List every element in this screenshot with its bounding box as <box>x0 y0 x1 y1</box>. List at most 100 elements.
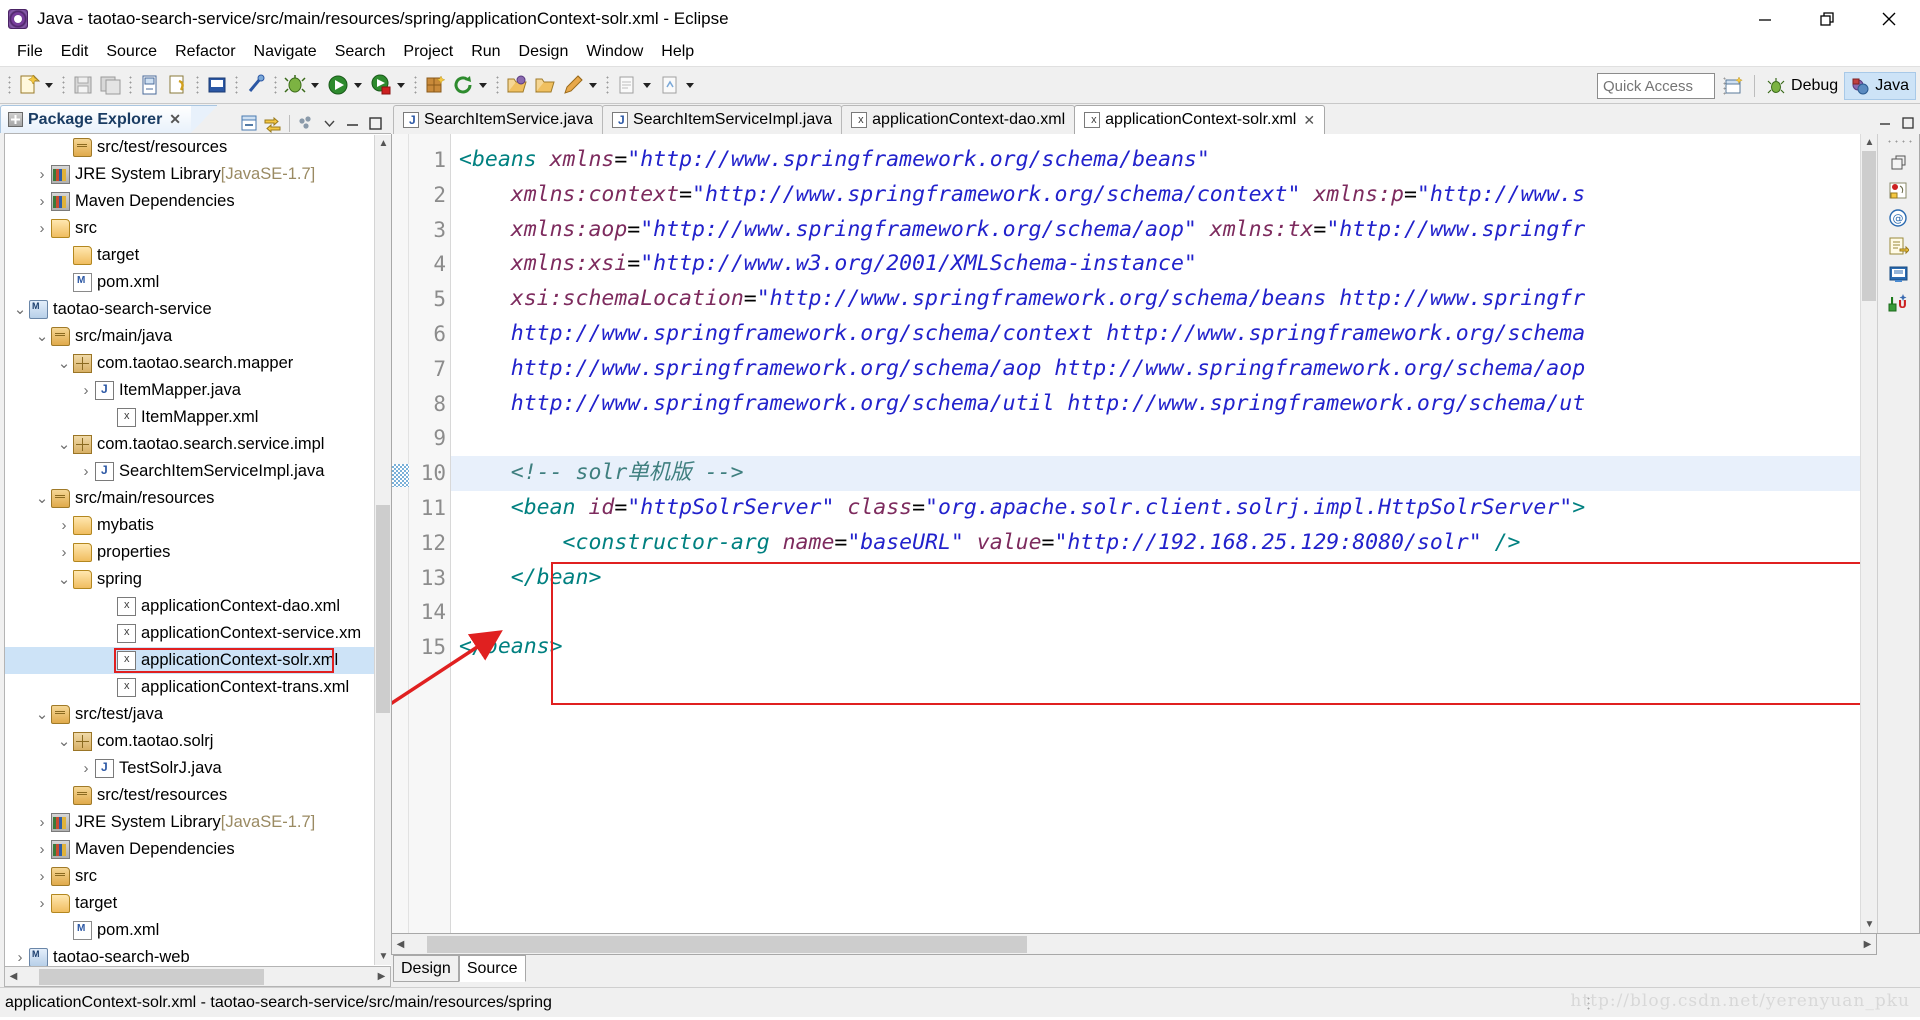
coverage-dropdown-arrow[interactable] <box>395 73 408 97</box>
code-line[interactable]: http://www.springframework.org/schema/ao… <box>451 352 1860 387</box>
tree-item-taotao-search-service[interactable]: ⌄ taotao-search-service <box>5 296 391 323</box>
code-line[interactable]: xmlns:context="http://www.springframewor… <box>451 178 1860 213</box>
scroll-down-arrow[interactable]: ▼ <box>1861 916 1878 933</box>
tree-item-target[interactable]: target <box>5 242 391 269</box>
new-java-class-icon[interactable] <box>205 73 229 97</box>
editor-tab-application-context-dao[interactable]: applicationContext-dao.xml <box>841 105 1076 134</box>
chevron-right-icon[interactable]: › <box>77 458 95 485</box>
chevron-down-icon[interactable]: ⌄ <box>55 728 73 755</box>
edit-dropdown-arrow[interactable] <box>587 73 600 97</box>
chevron-right-icon[interactable]: › <box>77 755 95 782</box>
open-task-icon[interactable] <box>533 73 557 97</box>
maximize-view-icon[interactable] <box>366 114 385 133</box>
minimize-view-icon[interactable] <box>343 114 362 133</box>
chevron-down-icon[interactable]: ⌄ <box>55 566 73 593</box>
code-line[interactable]: http://www.springframework.org/schema/co… <box>451 317 1860 352</box>
open-type-icon[interactable] <box>505 73 529 97</box>
code-line[interactable]: xsi:schemaLocation="http://www.springfra… <box>451 282 1860 317</box>
tree-item-src-test-resources[interactable]: src/test/resources <box>5 782 391 809</box>
perspective-debug[interactable]: Debug <box>1761 72 1844 100</box>
code-line[interactable]: </bean> <box>451 561 1860 596</box>
tree-item-applicationcontext-service-xm[interactable]: applicationContext-service.xm <box>5 620 391 647</box>
tree-item-taotao-search-web[interactable]: › taotao-search-web <box>5 944 391 966</box>
scroll-left-arrow[interactable]: ◀ <box>392 935 409 953</box>
tree-item-src-test-resources[interactable]: src/test/resources <box>5 134 391 161</box>
chevron-down-icon[interactable]: ⌄ <box>11 296 29 323</box>
editor-tab-search-item-service-impl[interactable]: SearchItemServiceImpl.java <box>601 105 843 134</box>
tree-item-com-taotao-search-mapper[interactable]: ⌄ com.taotao.search.mapper <box>5 350 391 377</box>
save-icon[interactable] <box>71 73 95 97</box>
editor-hscroll-thumb[interactable] <box>427 935 1027 953</box>
refresh-dropdown-arrow[interactable] <box>477 73 490 97</box>
toggle-mark-icon[interactable] <box>615 73 639 97</box>
print-icon[interactable] <box>138 73 162 97</box>
tree-item-maven-dependencies[interactable]: › Maven Dependencies <box>5 836 391 863</box>
restore-view-icon[interactable] <box>1888 152 1909 173</box>
console-icon[interactable] <box>1888 264 1909 285</box>
tree-item-mybatis[interactable]: › mybatis <box>5 512 391 539</box>
debug-dropdown-arrow[interactable] <box>309 73 322 97</box>
code-line[interactable]: xmlns:xsi="http://www.w3.org/2001/XMLSch… <box>451 247 1860 282</box>
close-icon[interactable] <box>1858 0 1920 38</box>
outline-icon[interactable] <box>1888 236 1910 257</box>
editor-marker-gutter[interactable] <box>392 134 409 933</box>
maximize-editor-icon[interactable] <box>1900 115 1916 131</box>
tree-item-src[interactable]: › src <box>5 215 391 242</box>
chevron-down-icon[interactable]: ⌄ <box>33 323 51 350</box>
next-annotation-icon[interactable] <box>658 73 682 97</box>
menu-project[interactable]: Project <box>394 41 462 63</box>
menu-window[interactable]: Window <box>577 41 652 63</box>
explorer-scroll-thumb[interactable] <box>376 505 390 713</box>
close-icon[interactable]: ✕ <box>1303 112 1315 129</box>
code-line[interactable]: <bean id="httpSolrServer" class="org.apa… <box>451 491 1860 526</box>
run-dropdown-arrow[interactable] <box>352 73 365 97</box>
quick-access-input[interactable] <box>1597 73 1715 99</box>
tree-item-applicationcontext-trans-xml[interactable]: applicationContext-trans.xml <box>5 674 391 701</box>
junit-icon[interactable]: JU <box>1888 292 1909 313</box>
editor-tab-search-item-service[interactable]: SearchItemService.java <box>393 105 603 134</box>
external-tools-icon[interactable] <box>244 73 268 97</box>
tab-source[interactable]: Source <box>458 955 526 982</box>
chevron-right-icon[interactable]: › <box>33 188 51 215</box>
chevron-right-icon[interactable]: › <box>55 512 73 539</box>
code-line[interactable]: http://www.springframework.org/schema/ut… <box>451 387 1860 422</box>
tree-item-maven-dependencies[interactable]: › Maven Dependencies <box>5 188 391 215</box>
code-line[interactable] <box>451 421 1860 456</box>
run-icon[interactable] <box>326 73 350 97</box>
code-line[interactable]: </beans> <box>451 630 1860 665</box>
chevron-down-icon[interactable] <box>320 114 339 133</box>
run-coverage-icon[interactable] <box>369 73 393 97</box>
code-editor[interactable]: 1 2 3 4 5 6 7 8 9 10 11 12 13 14 15 <beans xmlns="http… <box>391 134 1920 934</box>
new-package-icon[interactable] <box>423 73 447 97</box>
code-line[interactable]: <constructor-arg name="baseURL" value="h… <box>451 526 1860 561</box>
breakpoints-icon[interactable] <box>1888 180 1909 201</box>
chevron-right-icon[interactable]: › <box>33 863 51 890</box>
tree-item-src-test-java[interactable]: ⌄ src/test/java <box>5 701 391 728</box>
view-menu-icon[interactable] <box>297 114 316 133</box>
chevron-down-icon[interactable]: ⌄ <box>55 350 73 377</box>
menu-run[interactable]: Run <box>462 41 509 63</box>
tree-item-src[interactable]: › src <box>5 863 391 890</box>
tree-item-com-taotao-solrj[interactable]: ⌄ com.taotao.solrj <box>5 728 391 755</box>
tree-item-com-taotao-search-service-impl[interactable]: ⌄ com.taotao.search.service.impl <box>5 431 391 458</box>
tab-design[interactable]: Design <box>393 955 459 982</box>
explorer-vertical-scrollbar[interactable]: ▲ ▼ <box>374 135 391 965</box>
chevron-right-icon[interactable]: › <box>55 539 73 566</box>
scroll-up-arrow[interactable]: ▲ <box>375 135 391 152</box>
explorer-horizontal-scrollbar[interactable]: ◀ ▶ <box>4 967 391 987</box>
tree-item-src-main-java[interactable]: ⌄ src/main/java <box>5 323 391 350</box>
next-annotation-dropdown-arrow[interactable] <box>684 73 697 97</box>
tree-item-src-main-resources[interactable]: ⌄ src/main/resources <box>5 485 391 512</box>
menu-design[interactable]: Design <box>510 41 578 63</box>
tree-item-jre-system-library[interactable]: › JRE System Library [JavaSE-1.7] <box>5 809 391 836</box>
chevron-right-icon[interactable]: › <box>33 890 51 917</box>
restore-icon[interactable] <box>1796 0 1858 38</box>
chevron-right-icon[interactable]: › <box>77 377 95 404</box>
refresh-icon[interactable] <box>451 73 475 97</box>
chevron-down-icon[interactable]: ⌄ <box>33 701 51 728</box>
tree-item-itemmapper-java[interactable]: › ItemMapper.java <box>5 377 391 404</box>
menu-help[interactable]: Help <box>652 41 703 63</box>
tree-item-testsolrj-java[interactable]: › TestSolrJ.java <box>5 755 391 782</box>
chevron-right-icon[interactable]: › <box>33 836 51 863</box>
chevron-down-icon[interactable]: ⌄ <box>55 431 73 458</box>
